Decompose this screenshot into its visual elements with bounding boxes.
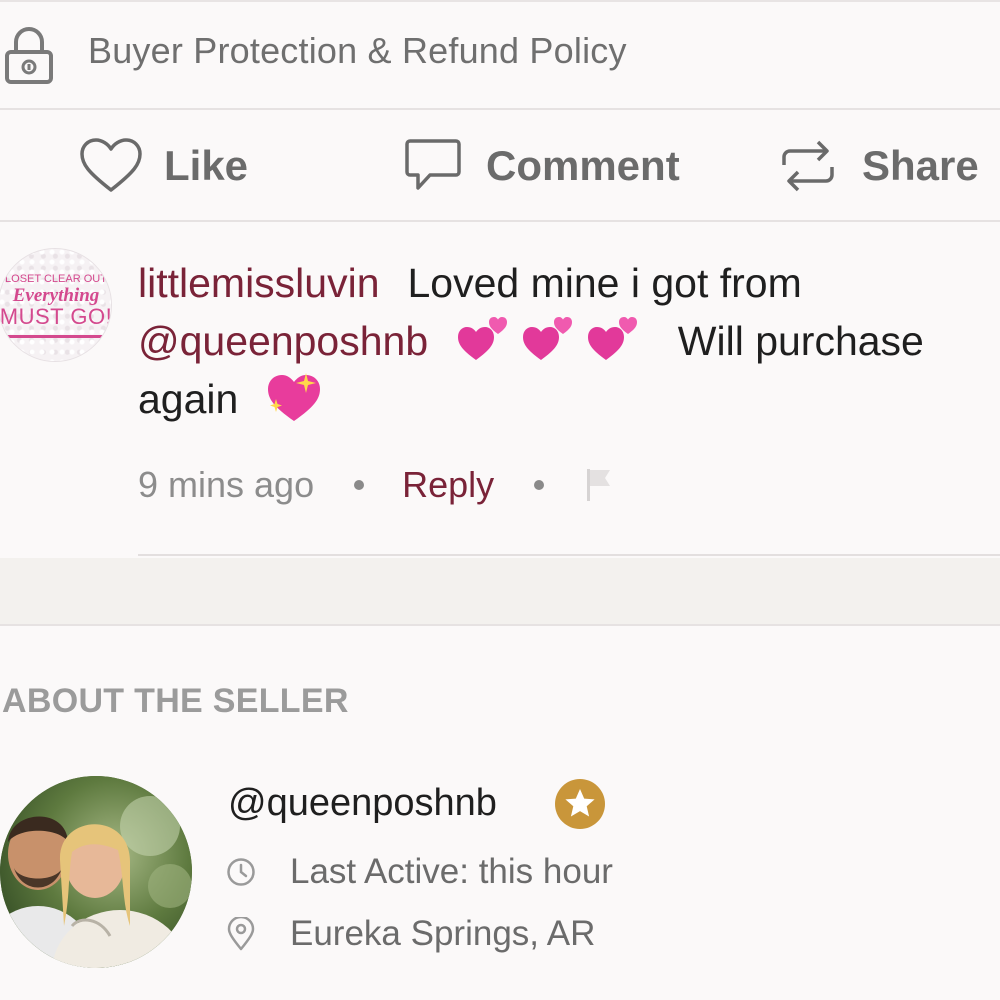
comment-text-part3: again (138, 376, 239, 422)
ambassador-star-badge-icon[interactable] (554, 778, 606, 830)
like-button[interactable]: Like (80, 110, 248, 222)
seller-last-active: Last Active: this hour (226, 852, 613, 892)
speech-bubble-icon (405, 139, 461, 190)
buyer-protection-row[interactable]: Buyer Protection & Refund Policy (0, 0, 1000, 110)
separator-dot (354, 480, 365, 490)
comment-timestamp: 9 mins ago (138, 464, 315, 505)
reply-button[interactable]: Reply (402, 464, 494, 506)
separator-dot (534, 480, 545, 490)
avatar-text-line3: MUST GO! (0, 304, 112, 329)
share-button[interactable]: Share (778, 110, 979, 222)
clock-icon (227, 858, 255, 886)
comment-body: littlemissluvin Loved mine i got from @qu… (138, 254, 998, 428)
share-icon (782, 140, 834, 192)
like-label: Like (164, 142, 249, 189)
avatar-underline (5, 335, 107, 338)
comment-item: LOSET CLEAR OUT Everything MUST GO! litt… (0, 222, 1000, 558)
heart-icon (80, 138, 142, 192)
lock-icon (4, 24, 54, 86)
comment-divider (138, 554, 1000, 556)
comment-label: Comment (486, 142, 680, 189)
comment-text-part1: Loved mine i got from (407, 260, 802, 306)
buyer-protection-link[interactable]: Buyer Protection & Refund Policy (88, 30, 627, 72)
comment-username[interactable]: littlemissluvin (138, 260, 380, 306)
comment-button[interactable]: Comment (404, 110, 680, 222)
sparkling-heart-icon (267, 373, 320, 422)
two-hearts-icon (457, 317, 507, 361)
section-separator (0, 558, 1000, 626)
commenter-avatar[interactable]: LOSET CLEAR OUT Everything MUST GO! (0, 248, 112, 362)
seller-username[interactable]: @queenposhnb (228, 782, 497, 825)
avatar-text-line1: LOSET CLEAR OUT (5, 273, 107, 285)
share-label: Share (862, 142, 979, 189)
location-pin-icon (227, 917, 255, 951)
comment-meta: 9 mins ago Reply (138, 460, 614, 510)
two-hearts-icon (588, 317, 638, 361)
heart-emoji-row (444, 317, 652, 364)
location-text: Eureka Springs, AR (290, 914, 596, 953)
two-hearts-icon (522, 317, 572, 361)
seller-avatar[interactable] (0, 776, 192, 968)
seller-location: Eureka Springs, AR (226, 914, 595, 954)
about-seller-heading: ABOUT THE SELLER (2, 682, 349, 720)
comment-mention[interactable]: @queenposhnb (138, 318, 428, 364)
last-active-text: Last Active: this hour (290, 852, 613, 891)
flag-icon[interactable] (584, 467, 614, 503)
comment-text-part2: Will purchase (677, 318, 924, 364)
action-bar: Like Comment Share (0, 110, 1000, 222)
